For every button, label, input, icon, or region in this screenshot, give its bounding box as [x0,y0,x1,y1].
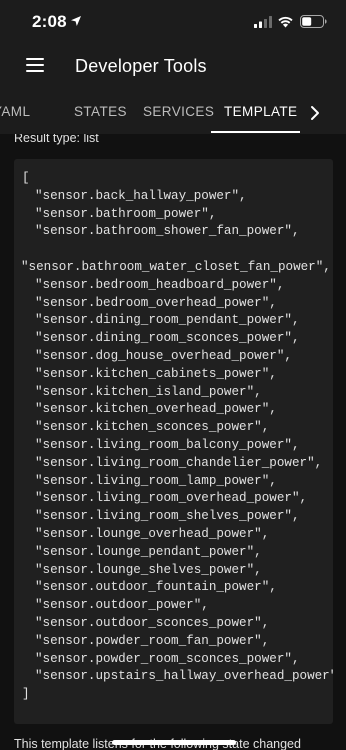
tab-template[interactable]: TEMPLATE [224,90,297,134]
location-arrow-icon [71,16,81,26]
result-list-item: "sensor.dog_house_overhead_power", [35,349,292,363]
wifi-icon [278,16,293,28]
cellular-signal-icon [254,16,272,28]
result-list-item: "sensor.dining_room_sconces_power", [35,331,300,346]
tab-yaml[interactable]: YAML [0,90,30,134]
app-bar: Developer Tools [0,44,346,90]
result-list-item: "sensor.living_room_shelves_power", [35,509,300,524]
chevron-right-icon[interactable] [305,103,325,123]
result-list-item: "sensor.kitchen_sconces_power", [35,420,270,435]
status-bar: 2:08 [0,0,346,44]
result-type-label: Result type: list [14,134,99,145]
page-title: Developer Tools [75,56,207,76]
result-list-item: "sensor.upstairs_hallway_overhead_power" [35,669,333,684]
result-list-item: "sensor.living_room_chandelier_power", [35,455,323,470]
result-list-item: "sensor.living_room_balcony_power", [35,438,300,452]
result-list-item: "sensor.kitchen_cabinets_power", [35,366,277,381]
result-list-item: "sensor.back_hallway_power", [35,188,247,203]
result-list-item: "sensor.kitchen_overhead_power", [35,402,277,417]
template-result-panel: Result type: list [ "sensor.back_hallway… [0,134,346,750]
tab-states[interactable]: STATES [74,90,127,134]
result-list-item: "sensor.outdoor_sconces_power", [35,616,270,630]
result-list-item: "sensor.bathroom_power", [35,206,217,221]
active-tab-indicator [211,131,300,133]
result-list-item: "sensor.living_room_lamp_power", [35,473,277,488]
open-bracket: [ [22,171,30,185]
result-list-item: "sensor.lounge_shelves_power", [35,562,262,577]
tab-bar: YAML STATES SERVICES TEMPLATE [0,90,346,134]
result-list-item: "sensor.lounge_pendant_power", [35,544,262,559]
result-list-item: "sensor.powder_room_fan_power", [35,633,270,648]
result-list-item: "sensor.bathroom_shower_fan_power", [35,224,300,239]
result-list-item: "sensor.lounge_overhead_power", [35,527,270,541]
home-indicator [112,740,236,745]
result-code-block[interactable]: [ "sensor.back_hallway_power", "sensor.ba… [14,159,333,724]
result-list-item: "sensor.outdoor_power", [35,598,209,613]
result-list-item: "sensor.bedroom_headboard_power", [35,277,285,292]
status-time: 2:08 [32,12,67,31]
tab-services[interactable]: SERVICES [143,90,214,134]
battery-icon [300,15,327,28]
close-bracket: ] [22,687,30,702]
result-list-item: "sensor.dining_room_pendant_power", [35,313,300,328]
result-list-item: "sensor.bathroom_water_closet_fan_power"… [21,260,331,274]
result-list-item: "sensor.bedroom_overhead_power", [35,295,277,310]
hamburger-menu-icon[interactable] [26,58,44,74]
result-list-item: "sensor.outdoor_fountain_power", [35,580,277,595]
result-list-item: "sensor.kitchen_island_power", [35,384,262,399]
result-list-item: "sensor.powder_room_sconces_power", [35,651,300,666]
result-list-item: "sensor.living_room_overhead_power", [35,491,308,506]
